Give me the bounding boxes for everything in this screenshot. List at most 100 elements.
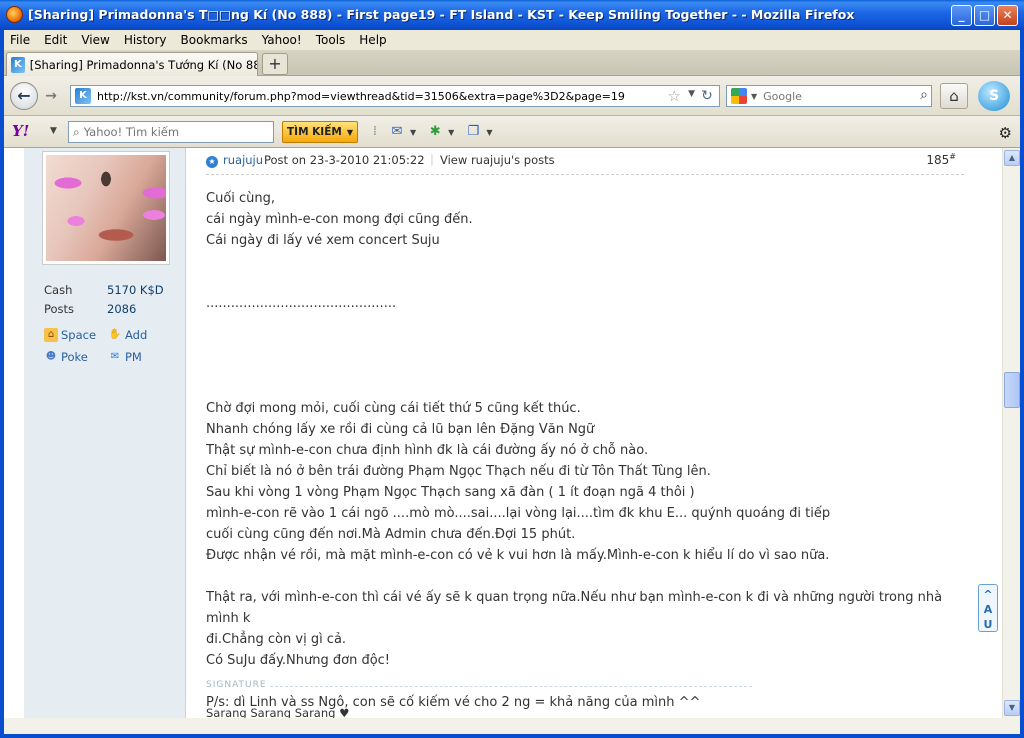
view-posts-link[interactable]: View ruajuju's posts <box>440 153 555 167</box>
post-line: cái ngày mình-e-con mong đợi cũng đến. <box>206 212 473 227</box>
menu-yahoo[interactable]: Yahoo! <box>262 33 302 47</box>
post-line: đi.Chẳng còn vị gì cả. <box>206 632 347 647</box>
online-status-icon: ★ <box>206 156 218 168</box>
post-header: ★ ruajuju Post on 23-3-2010 21:05:22 | V… <box>206 151 964 175</box>
tab-strip: K [Sharing] Primadonna's Tướng Kí (No 88… <box>4 50 1020 76</box>
yahoo-toolbar-icons: ⁞ ✉ ▼ ✱ ▼ ❐ ▼ <box>366 123 502 141</box>
post-line: Chờ đợi mong mỏi, cuối cùng cái tiết thứ… <box>206 401 581 416</box>
maximize-button[interactable]: □ <box>974 5 995 26</box>
post-line: Được nhận vé rồi, mà mặt mình-e-con có v… <box>206 548 830 563</box>
stat-row-posts: Posts 2086 <box>44 299 174 318</box>
scroll-thumb[interactable] <box>1004 372 1020 408</box>
post-line: Cuối cùng, <box>206 191 276 206</box>
engine-dropdown-icon[interactable]: ▼ <box>751 92 757 101</box>
site-favicon-icon: K <box>11 56 25 73</box>
avatar[interactable] <box>42 151 170 265</box>
vertical-scrollbar[interactable]: ▲ ▼ <box>1002 148 1020 718</box>
post-line: cuối cùng cũng đến nơi.Mà Admin chưa đến… <box>206 527 576 542</box>
stat-row-cash: Cash 5170 K$D <box>44 280 174 299</box>
history-dropdown-icon[interactable]: ▼ <box>688 89 695 99</box>
poke-link[interactable]: ☻ Poke <box>44 350 108 364</box>
menu-history[interactable]: History <box>124 33 167 47</box>
menu-file[interactable]: File <box>10 33 30 47</box>
yahoo-menu-dropdown-icon[interactable]: ▼ <box>50 126 57 136</box>
handshake-icon: ✋ <box>108 329 122 340</box>
post-author-link[interactable]: ruajuju <box>223 153 263 167</box>
address-bar[interactable]: K http://kst.vn/community/forum.php?mod=… <box>70 85 720 107</box>
skype-icon[interactable]: S <box>978 81 1010 111</box>
space-label: Space <box>61 328 97 342</box>
post-line: mình-e-con rẽ vào 1 cái ngõ ....mò mò...… <box>206 506 831 521</box>
chevron-down-icon: ▼ <box>346 127 353 137</box>
menu-help[interactable]: Help <box>359 33 386 47</box>
menu-bookmarks[interactable]: Bookmarks <box>181 33 248 47</box>
gear-icon[interactable]: ⚙ <box>999 124 1012 142</box>
post-line <box>206 356 966 377</box>
web-search-bar[interactable]: ▼ ⌕ <box>726 85 932 107</box>
yahoo-search-input[interactable] <box>83 125 264 139</box>
add-label: Add <box>125 328 148 342</box>
mail-dropdown-icon[interactable]: ▼ <box>410 128 416 137</box>
menu-view[interactable]: View <box>81 33 109 47</box>
post-line <box>206 377 966 398</box>
menu-tools[interactable]: Tools <box>316 33 346 47</box>
signature-divider: SIGNATURE <box>206 680 752 694</box>
yahoo-toolbar: Y! ▼ ⌕ TÌM KIẾM ▼ ⁞ ✉ ▼ ✱ ▼ ❐ ▼ ⚙ <box>4 116 1020 148</box>
mail-icon[interactable]: ✉ <box>388 123 406 141</box>
new-tab-button[interactable]: + <box>262 53 288 75</box>
floating-scroll-tool[interactable]: ^ A U <box>978 584 998 632</box>
google-engine-icon[interactable] <box>731 88 747 104</box>
add-friend-link[interactable]: ✋ Add <box>108 328 172 342</box>
url-text: http://kst.vn/community/forum.php?mod=vi… <box>97 89 625 103</box>
navigation-toolbar: ← → K http://kst.vn/community/forum.php?… <box>4 76 1020 116</box>
window-frame-right <box>1020 30 1024 738</box>
post-line <box>206 335 966 356</box>
yahoo-logo[interactable]: Y! <box>12 122 29 140</box>
post: ★ ruajuju Post on 23-3-2010 21:05:22 | V… <box>186 148 976 734</box>
menu-edit[interactable]: Edit <box>44 33 67 47</box>
post-line: Thật sự mình-e-con chưa định hình đk là … <box>206 443 649 458</box>
status-strip <box>4 718 1020 734</box>
post-line: Nhanh chóng lấy xe rồi đi cùng cả lũ bạn… <box>206 422 595 437</box>
post-body: Cuối cùng, cái ngày mình-e-con mong đợi c… <box>206 188 966 713</box>
pm-link[interactable]: ✉ PM <box>108 350 172 364</box>
menu-bar: File Edit View History Bookmarks Yahoo! … <box>4 30 1020 50</box>
stat-label: Posts <box>44 301 75 316</box>
post-number-link[interactable]: 185# <box>926 152 956 167</box>
firefox-icon <box>6 6 23 23</box>
close-button[interactable]: ✕ <box>997 5 1018 26</box>
bookmarks-icon[interactable]: ❐ <box>464 123 482 141</box>
post-line: Chỉ biết là nó ở bên trái đường Phạm Ngọ… <box>206 464 711 479</box>
user-poke-icon: ☻ <box>45 351 57 362</box>
tab-active[interactable]: K [Sharing] Primadonna's Tướng Kí (No 88… <box>6 52 258 76</box>
stat-label: Cash <box>44 282 73 297</box>
bookmarks-dropdown-icon[interactable]: ▼ <box>486 128 492 137</box>
minimize-button[interactable]: _ <box>951 5 972 26</box>
page-content: Cash 5170 K$D Posts 2086 ⌂ Space ✋ Add ☻… <box>4 148 1002 734</box>
bookmark-star-icon[interactable]: ☆ <box>668 87 681 105</box>
stat-value[interactable]: 2086 <box>107 302 136 316</box>
user-sidebar: Cash 5170 K$D Posts 2086 ⌂ Space ✋ Add ☻… <box>24 148 186 734</box>
window-frame-bottom <box>0 734 1024 738</box>
web-search-input[interactable] <box>763 89 904 103</box>
yahoo-search-button[interactable]: TÌM KIẾM ▼ <box>282 121 358 143</box>
user-stats: Cash 5170 K$D Posts 2086 <box>44 280 174 318</box>
forward-button[interactable]: → <box>40 86 62 106</box>
widget-icon[interactable]: ✱ <box>426 123 444 141</box>
home-button[interactable]: ⌂ <box>940 83 968 109</box>
scroll-down-icon[interactable]: ▼ <box>1004 700 1020 716</box>
post-line <box>206 314 966 335</box>
post-line: ........................................… <box>206 296 397 311</box>
back-button[interactable]: ← <box>10 82 38 110</box>
yahoo-search-box[interactable]: ⌕ <box>68 121 274 143</box>
tab-label: [Sharing] Primadonna's Tướng Kí (No 888)… <box>29 57 257 72</box>
search-go-icon[interactable]: ⌕ <box>920 87 928 103</box>
reload-icon[interactable]: ↻ <box>698 87 716 105</box>
site-identity-icon[interactable]: K <box>75 88 91 104</box>
scroll-up-icon[interactable]: ▲ <box>1004 150 1020 166</box>
window-titlebar: [Sharing] Primadonna's T□□ng Kí (No 888)… <box>0 0 1024 30</box>
avatar-image <box>46 155 166 261</box>
widget-dropdown-icon[interactable]: ▼ <box>448 128 454 137</box>
poke-label: Poke <box>61 350 88 364</box>
space-link[interactable]: ⌂ Space <box>44 328 108 342</box>
